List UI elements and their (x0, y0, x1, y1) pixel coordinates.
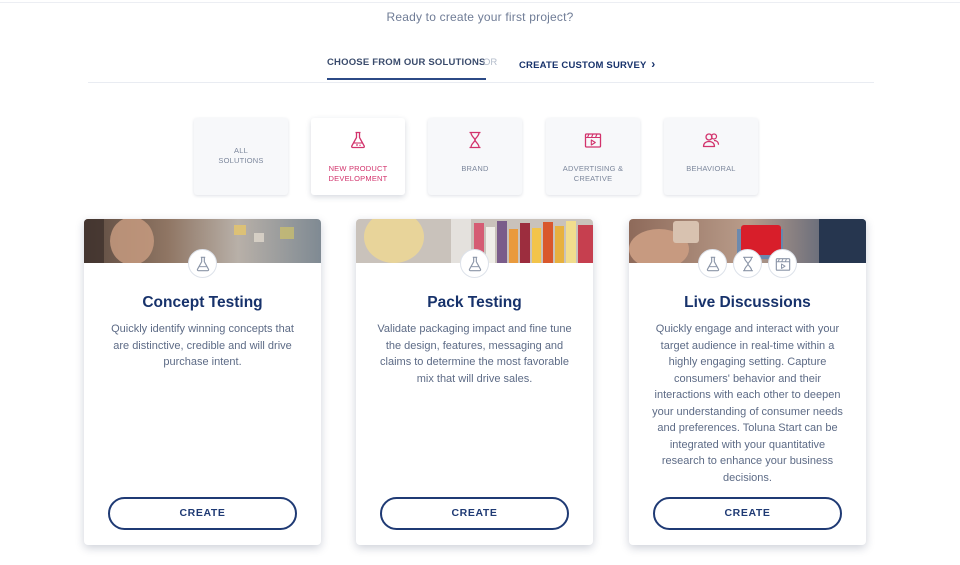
card-title: Concept Testing (142, 294, 263, 311)
category-behavioral[interactable]: BEHAVIORAL (664, 118, 758, 195)
create-button[interactable]: CREATE (653, 497, 842, 530)
tab-create-custom-survey[interactable]: CREATE CUSTOM SURVEY › (519, 57, 655, 71)
intro-text: Ready to create your first project? (386, 10, 574, 24)
tab-choose-solutions[interactable]: CHOOSE FROM OUR SOLUTIONS (327, 57, 486, 80)
category-label: BRAND (461, 164, 489, 173)
category-advertising-creative[interactable]: ADVERTISING & CREATIVE (546, 118, 640, 195)
create-button[interactable]: CREATE (108, 497, 297, 530)
create-button[interactable]: CREATE (380, 497, 569, 530)
tabs-or-separator: OR (483, 57, 498, 68)
hourglass-icon (469, 131, 481, 149)
category-all-solutions[interactable]: ALL SOLUTIONS (194, 118, 288, 195)
tab-custom-label: CREATE CUSTOM SURVEY (519, 60, 647, 71)
card-badges (356, 249, 593, 278)
people-icon (702, 133, 720, 148)
video-clapper-icon (768, 249, 797, 278)
video-clapper-icon (584, 133, 602, 148)
flask-icon (460, 249, 489, 278)
category-brand[interactable]: BRAND (428, 118, 522, 195)
card-title: Live Discussions (684, 294, 811, 311)
category-label: NEW PRODUCT DEVELOPMENT (328, 164, 388, 183)
card-title: Pack Testing (427, 294, 522, 311)
hourglass-icon (733, 249, 762, 278)
flask-icon (698, 249, 727, 278)
chevron-right-icon: › (651, 57, 656, 71)
solution-tabs: CHOOSE FROM OUR SOLUTIONS OR CREATE CUST… (88, 52, 874, 83)
card-description: Validate packaging impact and fine tune … (377, 323, 572, 385)
card-description: Quickly identify winning concepts that a… (111, 323, 294, 368)
solution-card-pack-testing: Pack Testing Validate packaging impact a… (356, 219, 593, 545)
flask-icon (351, 131, 365, 149)
category-label: BEHAVIORAL (686, 164, 736, 173)
top-divider (0, 2, 960, 3)
card-badges (629, 249, 866, 278)
solution-card-live-discussions: Live Discussions Quickly engage and inte… (629, 219, 866, 545)
card-description: Quickly engage and interact with your ta… (652, 323, 843, 484)
category-label: ALL SOLUTIONS (218, 146, 264, 165)
card-badges (84, 249, 321, 278)
category-label: ADVERTISING & CREATIVE (562, 164, 624, 183)
solution-card-concept-testing: Concept Testing Quickly identify winning… (84, 219, 321, 545)
flask-icon (188, 249, 217, 278)
category-new-product-development[interactable]: NEW PRODUCT DEVELOPMENT (311, 118, 405, 195)
